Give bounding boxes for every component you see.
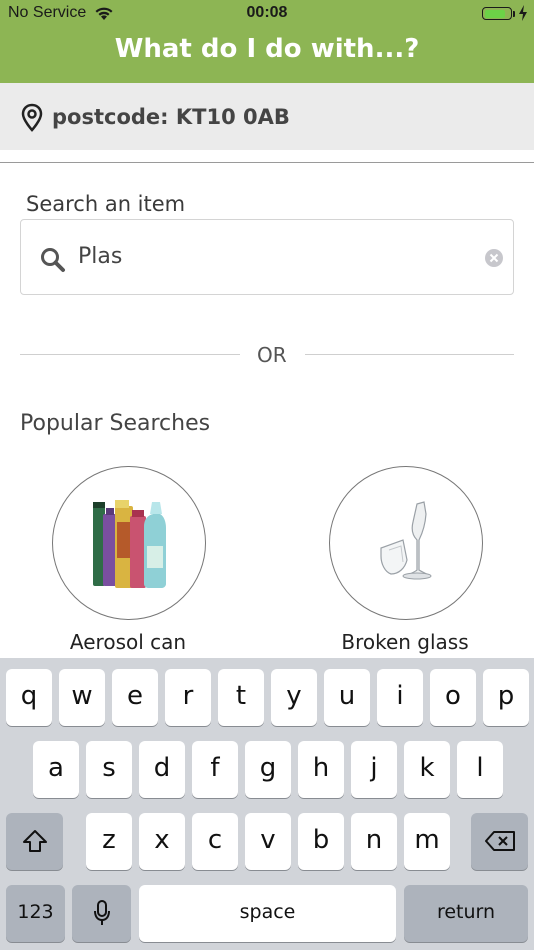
search-input-value[interactable]: Plas (78, 244, 122, 269)
key-l[interactable]: l (457, 741, 503, 798)
popular-item-label: Aerosol can (69, 630, 187, 654)
dictation-key[interactable] (72, 885, 131, 942)
key-h[interactable]: h (298, 741, 344, 798)
key-o[interactable]: o (430, 669, 476, 726)
key-m[interactable]: m (404, 813, 450, 870)
clear-search-icon[interactable] (484, 248, 504, 272)
key-w[interactable]: w (59, 669, 105, 726)
key-d[interactable]: d (139, 741, 185, 798)
microphone-icon (93, 900, 110, 925)
location-pin-icon (20, 103, 44, 137)
key-g[interactable]: g (245, 741, 291, 798)
key-j[interactable]: j (351, 741, 397, 798)
key-f[interactable]: f (192, 741, 238, 798)
charging-icon (518, 5, 528, 26)
popular-searches-title: Popular Searches (20, 411, 211, 436)
key-t[interactable]: t (218, 669, 264, 726)
backspace-icon (484, 831, 515, 851)
broken-glass-image[interactable] (329, 466, 483, 620)
status-bar: No Service 00:08 (0, 0, 534, 28)
postcode-label: postcode: KT10 0AB (52, 105, 290, 129)
key-n[interactable]: n (351, 813, 397, 870)
key-s[interactable]: s (86, 741, 132, 798)
separator-line-left (20, 354, 240, 355)
popular-item-label: Broken glass (341, 630, 469, 654)
key-b[interactable]: b (298, 813, 344, 870)
shift-key[interactable] (6, 813, 63, 870)
key-v[interactable]: v (245, 813, 291, 870)
popular-item-aerosol-can[interactable]: Aerosol can (28, 466, 228, 666)
key-i[interactable]: i (377, 669, 423, 726)
key-y[interactable]: y (271, 669, 317, 726)
or-label: OR (257, 343, 287, 367)
or-separator: OR (20, 340, 514, 370)
return-key[interactable]: return (404, 885, 528, 942)
key-a[interactable]: a (33, 741, 79, 798)
key-p[interactable]: p (483, 669, 529, 726)
aerosol-can-image[interactable] (52, 466, 206, 620)
key-q[interactable]: q (6, 669, 52, 726)
key-c[interactable]: c (192, 813, 238, 870)
clock: 00:08 (246, 4, 288, 21)
page-title: What do I do with...? (114, 34, 420, 64)
search-input[interactable]: Plas (20, 219, 514, 295)
battery-icon (482, 7, 512, 20)
key-x[interactable]: x (139, 813, 185, 870)
popular-item-broken-glass[interactable]: Broken glass (305, 466, 505, 666)
on-screen-keyboard: q w e r t y u i o p a s d f g h j k l z … (0, 658, 534, 950)
key-k[interactable]: k (404, 741, 450, 798)
app-header: No Service 00:08 What do I do with...? (0, 0, 534, 83)
space-key[interactable]: space (139, 885, 396, 942)
key-r[interactable]: r (165, 669, 211, 726)
shift-icon (22, 830, 47, 852)
key-u[interactable]: u (324, 669, 370, 726)
search-label: Search an item (26, 192, 186, 216)
key-z[interactable]: z (86, 813, 132, 870)
separator-line-right (305, 354, 514, 355)
numbers-key[interactable]: 123 (6, 885, 65, 942)
postcode-bar[interactable]: postcode: KT10 0AB (0, 83, 534, 150)
key-e[interactable]: e (112, 669, 158, 726)
battery-tip (513, 11, 515, 17)
backspace-key[interactable] (471, 813, 528, 870)
divider (0, 162, 534, 163)
search-icon (40, 247, 66, 277)
